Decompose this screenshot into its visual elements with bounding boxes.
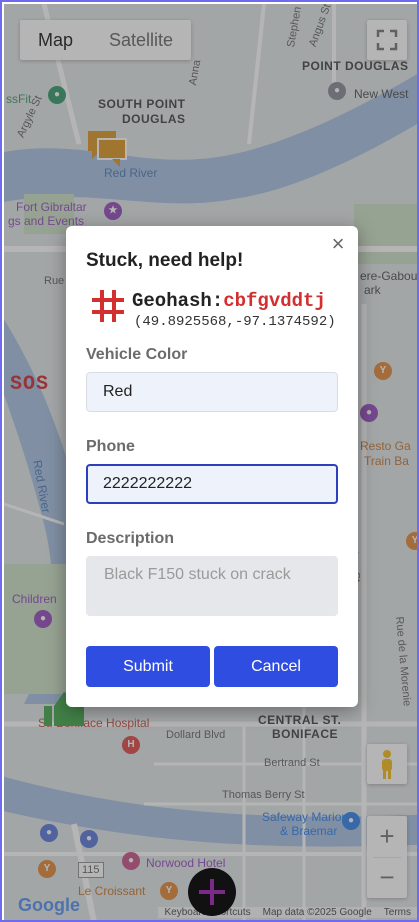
add-report-button[interactable]	[188, 868, 236, 916]
phone-label: Phone	[86, 438, 135, 455]
coordinates-text: (49.8925568,-97.1374592)	[134, 314, 336, 330]
geohash-label: Geohash:	[132, 290, 224, 312]
hashtag-icon	[92, 290, 124, 322]
description-label: Description	[86, 530, 175, 547]
geohash-code: cbfgvddtj	[223, 290, 326, 312]
cancel-button[interactable]: Cancel	[214, 646, 338, 687]
close-button[interactable]: ×	[328, 233, 348, 255]
dialog-title: Stuck, need help!	[86, 250, 244, 271]
vehicle-color-label: Vehicle Color	[86, 346, 188, 363]
plus-icon	[199, 879, 225, 905]
geohash-block: Geohash:cbfgvddtj (49.8925568,-97.137459…	[90, 288, 336, 330]
phone-input[interactable]: 2222222222	[86, 464, 338, 504]
app-frame: SOUTH POINT DOUGLAS POINT DOUGLAS New We…	[0, 0, 419, 922]
help-dialog: × Stuck, need help! Geohash:cbfgvddtj (4…	[66, 226, 358, 707]
vehicle-color-input[interactable]: Red	[86, 372, 338, 412]
description-textarea[interactable]: Black F150 stuck on crack	[86, 556, 338, 616]
submit-button[interactable]: Submit	[86, 646, 210, 687]
